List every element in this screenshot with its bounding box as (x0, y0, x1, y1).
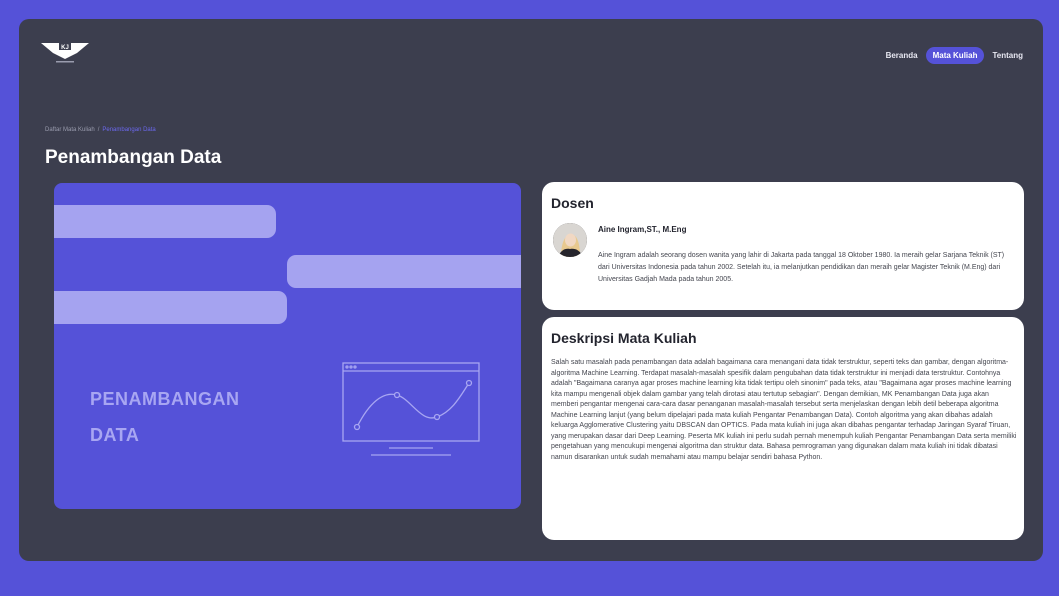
course-hero-image: PENAMBANGAN DATA (54, 183, 521, 509)
nav-mata-kuliah[interactable]: Mata Kuliah (925, 47, 985, 64)
nav-beranda[interactable]: Beranda (882, 47, 922, 64)
hero-title-line1: PENAMBANGAN (90, 389, 240, 409)
logo[interactable]: KJ (41, 39, 89, 65)
logo-text: KJ (61, 45, 69, 51)
description-text: Salah satu masalah pada penambangan data… (551, 359, 1017, 461)
lecturer-bio: Aine Ingram adalah seorang dosen wanita … (598, 252, 1005, 283)
decorative-bar (54, 205, 276, 238)
lecturer-card: Dosen Aine Ingram,ST., M.Eng Aine Ingram… (542, 182, 1024, 310)
hero-title-line2: DATA (90, 425, 140, 445)
breadcrumb-parent[interactable]: Daftar Mata Kuliah (45, 127, 95, 133)
top-nav: Beranda Mata Kuliah Tentang (882, 47, 1027, 64)
lecturer-heading: Dosen (551, 195, 594, 211)
decorative-bar (54, 291, 287, 324)
decorative-bar (287, 255, 521, 288)
lecturer-name: Aine Ingram,ST., M.Eng (598, 225, 687, 234)
breadcrumb-current: Penambangan Data (102, 127, 156, 133)
hero-title: PENAMBANGAN DATA (90, 381, 240, 453)
main-frame: KJ Beranda Mata Kuliah Tentang Daftar Ma… (19, 19, 1043, 561)
description-heading: Deskripsi Mata Kuliah (551, 330, 697, 346)
page-title: Penambangan Data (45, 147, 222, 168)
breadcrumb: Daftar Mata Kuliah / Penambangan Data (45, 127, 156, 133)
chart-window-icon (342, 362, 480, 456)
course-description-card: Deskripsi Mata Kuliah Salah satu masalah… (542, 317, 1024, 540)
avatar (553, 223, 587, 257)
nav-tentang[interactable]: Tentang (988, 47, 1027, 64)
breadcrumb-separator: / (97, 127, 100, 133)
